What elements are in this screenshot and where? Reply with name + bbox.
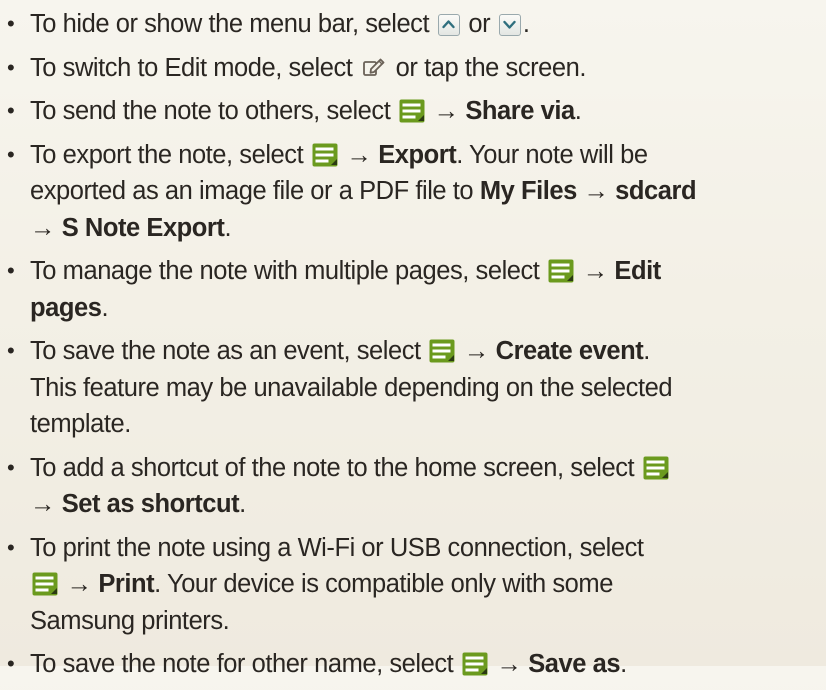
item-text: . Your note will be <box>456 140 648 169</box>
item-text: . <box>522 10 530 38</box>
item-text: To save the note as an event, select <box>30 337 428 365</box>
item-line: To manage the note with multiple pages, … <box>30 253 826 290</box>
menu-icon <box>643 456 669 480</box>
menu-option-edit: Edit <box>614 257 661 285</box>
arrow: → <box>427 97 466 125</box>
item-text: . <box>643 337 650 365</box>
menu-icon <box>312 143 338 167</box>
menu-option-create-event: Create event <box>495 337 644 365</box>
item-text: To send the note to others, select <box>30 97 397 125</box>
list-item-print: • To print the note using a Wi-Fi or USB… <box>0 530 826 640</box>
menu-icon <box>548 259 574 283</box>
arrow: → <box>457 337 496 365</box>
item-line: → Set as shortcut. <box>30 486 826 523</box>
item-line: template. <box>30 406 826 443</box>
item-text: To export the note, select <box>30 140 310 169</box>
bullet: • <box>7 11 15 36</box>
item-text: To print the note using a Wi-Fi or USB c… <box>30 533 644 562</box>
item-line: → Print. Your device is compatible only … <box>30 566 826 603</box>
item-text: or <box>461 10 497 38</box>
edit-mode-icon <box>361 56 387 80</box>
item-text: . <box>620 650 627 678</box>
item-text: . Your device is compatible only with so… <box>154 570 613 598</box>
menu-icon <box>429 339 455 363</box>
folder-s-note-export: S Note Export <box>61 213 225 242</box>
folder-my-files: My Files <box>479 177 577 205</box>
menu-option-set-as-shortcut: Set as shortcut <box>61 490 240 518</box>
instruction-list: • To hide or show the menu bar, select o… <box>0 6 826 683</box>
item-line: → S Note Export. <box>30 210 826 247</box>
item-line: pages. <box>30 290 826 327</box>
menu-icon <box>32 572 58 596</box>
bullet: • <box>7 54 15 80</box>
bullet: • <box>7 454 15 480</box>
menu-option-save-as: Save as <box>528 650 621 678</box>
arrow: → <box>60 570 99 598</box>
bullet: • <box>7 534 15 560</box>
bullet: • <box>7 651 15 676</box>
arrow: → <box>30 213 62 242</box>
bullet: • <box>7 338 15 363</box>
menu-option-export: Export <box>378 140 457 169</box>
item-line: To save the note as an event, select → C… <box>30 333 826 370</box>
list-item-save-as: • To save the note for other name, selec… <box>0 646 826 683</box>
item-text: . <box>101 293 109 322</box>
instruction-page: • To hide or show the menu bar, select o… <box>0 6 826 690</box>
menu-icon <box>462 652 488 676</box>
bullet: • <box>7 98 15 123</box>
item-text: To manage the note with multiple pages, … <box>30 257 547 285</box>
item-text: template. <box>30 410 131 438</box>
list-item-export: • To export the note, select → Export. Y… <box>0 137 826 247</box>
menu-option-print: Print <box>98 570 155 598</box>
list-item-create-event: • To save the note as an event, select →… <box>0 333 826 443</box>
chevron-up-icon <box>437 14 460 36</box>
bullet: • <box>7 258 15 283</box>
item-text: To save the note for other name, select <box>30 650 460 678</box>
item-text: exported as an image file or a PDF file … <box>30 177 480 205</box>
menu-option-pages: pages <box>30 293 102 322</box>
list-item-menu-bar: • To hide or show the menu bar, select o… <box>0 6 826 43</box>
item-line: Samsung printers. <box>30 603 826 640</box>
item-line: To print the note using a Wi-Fi or USB c… <box>30 530 826 567</box>
item-text: or tap the screen. <box>389 53 587 82</box>
item-line: To send the note to others, select → Sha… <box>30 93 826 130</box>
menu-option-share-via: Share via <box>465 97 575 125</box>
item-text: To add a shortcut of the note to the hom… <box>30 453 641 482</box>
item-line: To save the note for other name, select … <box>30 646 826 683</box>
item-line: This feature may be unavailable dependin… <box>30 370 826 407</box>
arrow: → <box>339 140 379 169</box>
bullet: • <box>7 141 15 167</box>
arrow: → <box>576 177 616 205</box>
item-text: To hide or show the menu bar, select <box>30 10 436 38</box>
item-line: To hide or show the menu bar, select or … <box>30 6 826 43</box>
item-text: . <box>224 213 232 242</box>
item-text: Samsung printers. <box>30 606 230 635</box>
item-text: . <box>574 97 582 125</box>
arrow: → <box>489 650 529 678</box>
list-item-share: • To send the note to others, select → S… <box>0 93 826 130</box>
item-text: This feature may be unavailable dependin… <box>30 373 673 402</box>
item-line: To add a shortcut of the note to the hom… <box>30 450 826 487</box>
menu-icon <box>399 99 425 123</box>
chevron-down-icon <box>498 14 521 36</box>
arrow: → <box>576 257 615 285</box>
item-line: To export the note, select → Export. You… <box>30 137 826 174</box>
list-item-shortcut: • To add a shortcut of the note to the h… <box>0 450 826 523</box>
item-line: exported as an image file or a PDF file … <box>30 173 826 210</box>
item-text: To switch to Edit mode, select <box>30 53 360 82</box>
item-text: . <box>239 490 246 518</box>
list-item-edit-mode: • To switch to Edit mode, select or tap … <box>0 50 826 87</box>
folder-sdcard: sdcard <box>615 177 697 205</box>
list-item-edit-pages: • To manage the note with multiple pages… <box>0 253 826 326</box>
item-line: To switch to Edit mode, select or tap th… <box>30 50 826 87</box>
arrow: → <box>30 490 62 518</box>
